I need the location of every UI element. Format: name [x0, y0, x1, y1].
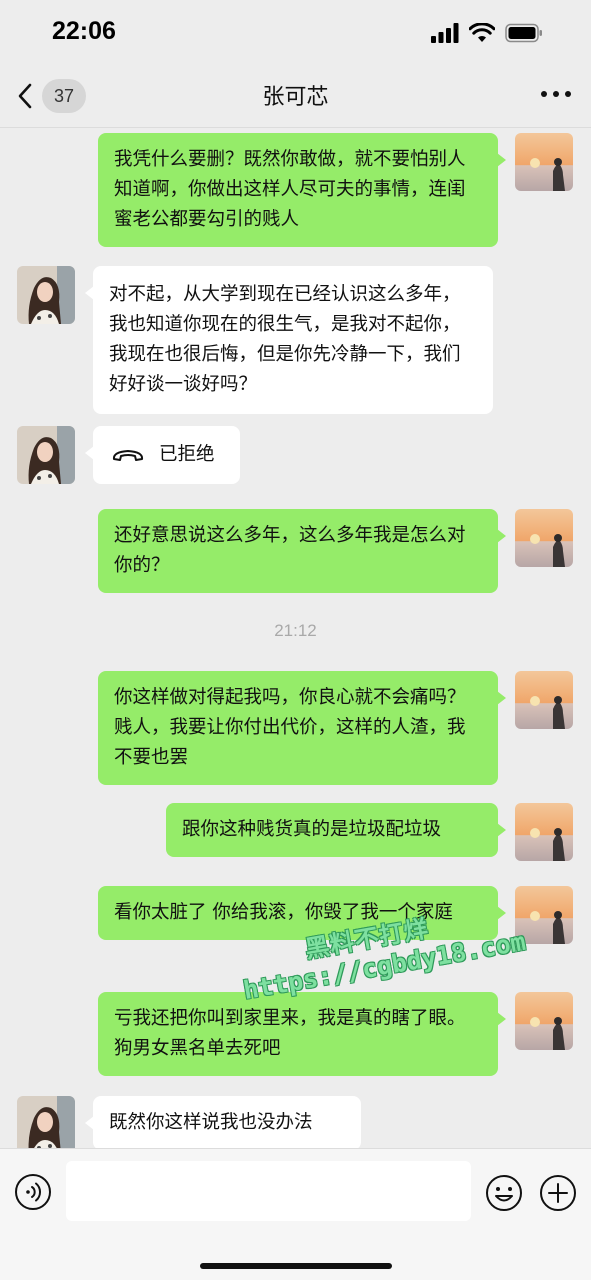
message-bubble-sent[interactable]: 我凭什么要删？既然你敢做，就不要怕别人知道啊，你做出这样人尽可夫的事情，连闺蜜老… [98, 133, 506, 247]
message-text: 还好意思说这么多年，这么多年我是怎么对你的？ [114, 525, 466, 576]
home-indicator[interactable] [200, 1263, 392, 1269]
status-time: 22:06 [52, 17, 116, 45]
voice-button[interactable] [14, 1173, 52, 1211]
status-bar: 22:06 [0, 0, 591, 62]
message-bubble-sent[interactable]: 跟你这种贱货真的是垃圾配垃圾 [166, 803, 506, 857]
plus-button[interactable] [538, 1173, 578, 1213]
contact-avatar-image [17, 266, 75, 324]
message-text: 看你太脏了 你给我滚，你毁了我一个家庭 [114, 902, 453, 923]
emoji-icon [486, 1175, 522, 1211]
my-avatar-image [515, 133, 573, 191]
message-text: 既然你这样说我也没办法 [109, 1112, 313, 1133]
contact-avatar[interactable] [17, 266, 75, 324]
signal-icon [431, 23, 459, 43]
message-bubble-sent[interactable]: 亏我还把你叫到家里来，我是真的瞎了眼。狗男女黑名单去死吧 [98, 992, 506, 1076]
message-bubble-sent[interactable]: 还好意思说这么多年，这么多年我是怎么对你的？ [98, 509, 506, 593]
emoji-button[interactable] [484, 1173, 524, 1213]
input-bar [0, 1148, 591, 1280]
contact-avatar[interactable] [17, 426, 75, 484]
contact-avatar-image [17, 426, 75, 484]
plus-icon [540, 1175, 576, 1211]
message-input[interactable] [66, 1161, 471, 1221]
contact-avatar-image [17, 1096, 75, 1148]
message-bubble-sent[interactable]: 看你太脏了 你给我滚，你毁了我一个家庭 [98, 886, 506, 940]
my-avatar[interactable] [515, 509, 573, 567]
my-avatar[interactable] [515, 671, 573, 729]
more-button[interactable] [541, 82, 571, 106]
message-bubble-sent[interactable]: 你这样做对得起我吗，你良心就不会痛吗？贱人，我要让你付出代价，这样的人渣，我不要… [98, 671, 506, 785]
contact-avatar[interactable] [17, 1096, 75, 1148]
more-dots-icon [541, 91, 547, 97]
nav-bar: 37 张可芯 [0, 62, 591, 128]
my-avatar[interactable] [515, 886, 573, 944]
message-bubble-received[interactable]: 对不起，从大学到现在已经认识这么多年，我也知道你现在的很生气，是我对不起你，我现… [85, 266, 493, 414]
my-avatar-image [515, 803, 573, 861]
message-bubble-received[interactable]: 既然你这样说我也没办法 [85, 1096, 361, 1148]
my-avatar-image [515, 509, 573, 567]
message-text: 亏我还把你叫到家里来，我是真的瞎了眼。狗男女黑名单去死吧 [114, 1008, 466, 1059]
battery-icon [505, 23, 542, 43]
my-avatar[interactable] [515, 133, 573, 191]
message-text: 你这样做对得起我吗，你良心就不会痛吗？贱人，我要让你付出代价，这样的人渣，我不要… [114, 687, 466, 768]
chat-area[interactable]: 我凭什么要删？既然你敢做，就不要怕别人知道啊，你做出这样人尽可夫的事情，连闺蜜老… [0, 129, 591, 1148]
call-status-text: 已拒绝 [159, 444, 215, 465]
wifi-icon [469, 23, 495, 42]
message-text: 对不起，从大学到现在已经认识这么多年，我也知道你现在的很生气，是我对不起你，我现… [109, 284, 461, 395]
my-avatar[interactable] [515, 992, 573, 1050]
message-text: 跟你这种贱货真的是垃圾配垃圾 [182, 819, 442, 840]
message-text: 我凭什么要删？既然你敢做，就不要怕别人知道啊，你做出这样人尽可夫的事情，连闺蜜老… [114, 149, 466, 230]
my-avatar-image [515, 671, 573, 729]
message-timestamp: 21:12 [274, 621, 317, 640]
call-record-bubble[interactable]: 已拒绝 [85, 426, 240, 484]
my-avatar[interactable] [515, 803, 573, 861]
voice-icon [15, 1174, 51, 1210]
phone-hangup-icon [112, 450, 144, 461]
chat-title: 张可芯 [262, 85, 329, 110]
my-avatar-image [515, 992, 573, 1050]
status-icons [431, 22, 543, 44]
my-avatar-image [515, 886, 573, 944]
